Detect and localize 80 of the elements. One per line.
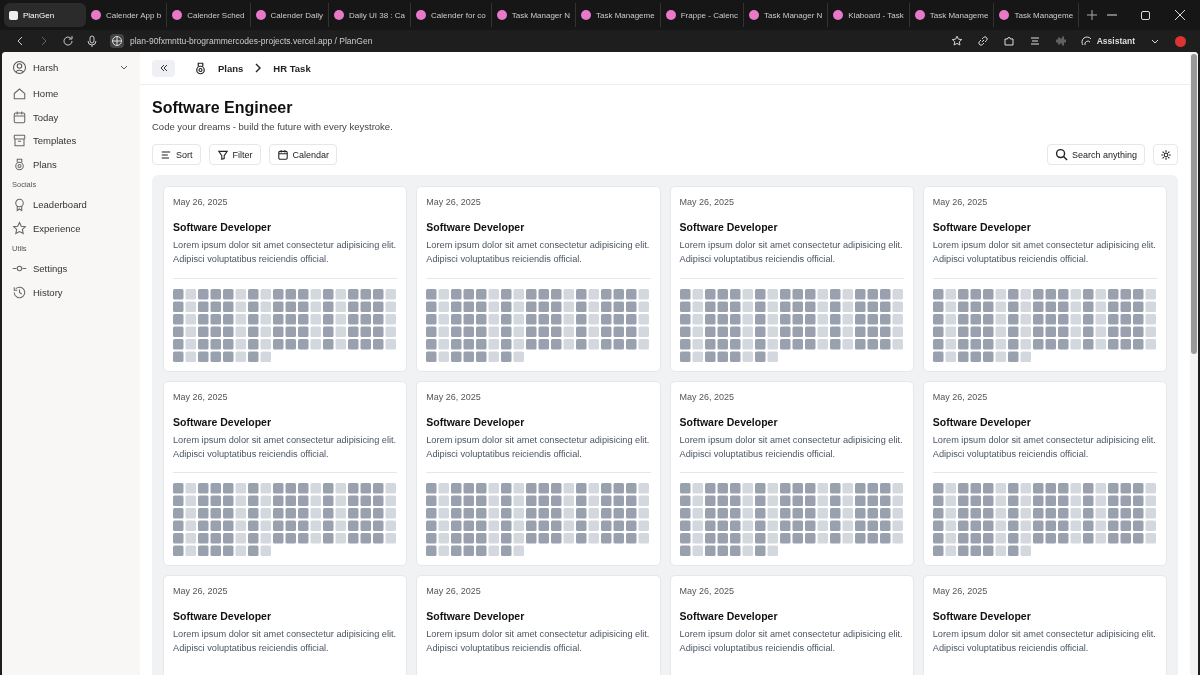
card-description: Lorem ipsum dolor sit amet consectetur adipisicing elit. Adipisci voluptatibus reiciendis official. [932, 628, 1157, 656]
browser-tab[interactable]: PlanGen [4, 3, 86, 27]
user-menu[interactable]: Harsh [12, 58, 130, 76]
breadcrumb-link[interactable]: HR Task [273, 62, 311, 74]
plan-card[interactable]: May 26, 2025 Software Developer Lorem ipsum dolor sit amet consectetur adipisicing elit. Adipisci voluptatibus reiciendis official. [922, 186, 1167, 372]
browser-tab[interactable]: Daily UI 38 : Ca [329, 3, 412, 27]
card-title: Software Developer [426, 610, 526, 622]
plan-card[interactable]: May 26, 2025 Software Developer Lorem ipsum dolor sit amet consectetur adipisicing elit. Adipisci voluptatibus reiciendis official. [416, 380, 661, 566]
browser-tab[interactable]: Calender Daily [250, 3, 329, 27]
card-date: May 26, 2025 [173, 391, 229, 402]
card-description: Lorem ipsum dolor sit amet consectetur adipisicing elit. Adipisci voluptatibus reiciendis official. [426, 239, 651, 267]
toolbar-button[interactable]: Sort [152, 144, 201, 165]
card-date: May 26, 2025 [679, 586, 736, 596]
card-title: Software Developer [679, 610, 779, 622]
card-description: Lorem ipsum dolor sit amet consectetur adipisicing elit. Adipisci voluptatibus reiciendis official. [679, 628, 904, 656]
card-description: Lorem ipsum dolor sit amet consectetur adipisicing elit. Adipisci voluptatibus reiciendis official. [679, 433, 904, 461]
card-description: Lorem ipsum dolor sit amet consectetur adipisicing elit. Adipisci voluptatibus reiciendis official. [426, 433, 651, 461]
card-title: Software Developer [679, 415, 779, 428]
browser-tab[interactable]: Calender Sched [167, 3, 251, 27]
card-date: May 26, 2025 [932, 586, 989, 596]
card-date: May 26, 2025 [932, 197, 989, 207]
card-description: Lorem ipsum dolor sit amet consectetur adipisicing elit. Adipisci voluptatibus reiciendis official. [173, 433, 398, 461]
card-date: May 26, 2025 [173, 197, 229, 207]
url-field[interactable]: plan-90fxmnttu-brogrammercodes-projects.vercel.app / PlanGen [130, 36, 373, 46]
card-date: May 26, 2025 [679, 197, 736, 207]
card-description: Lorem ipsum dolor sit amet consectetur adipisicing elit. Adipisci voluptatibus reiciendis official. [173, 628, 398, 656]
toolbar-button[interactable]: Filter [208, 144, 261, 165]
card-title: Software Developer [932, 610, 1032, 622]
nav-item[interactable]: History [33, 286, 63, 298]
card-description: Lorem ipsum dolor sit amet consectetur adipisicing elit. Adipisci voluptatibus reiciendis official. [173, 239, 398, 267]
card-date: May 26, 2025 [932, 391, 989, 402]
card-title: Software Developer [173, 221, 273, 233]
card-title: Software Developer [426, 415, 526, 428]
card-description: Lorem ipsum dolor sit amet consectetur adipisicing elit. Adipisci voluptatibus reiciendis official. [679, 239, 904, 267]
nav-item[interactable]: Leaderboard [33, 199, 87, 211]
browser-tab[interactable]: Frappe - Calenc [660, 3, 745, 27]
card-description: Lorem ipsum dolor sit amet consectetur adipisicing elit. Adipisci voluptatibus reiciendis official. [932, 239, 1157, 267]
nav-item[interactable]: Plans [33, 158, 57, 170]
plan-card[interactable]: May 26, 2025 Software Developer Lorem ipsum dolor sit amet consectetur adipisicing elit. Adipisci voluptatibus reiciendis official. [163, 186, 408, 372]
browser-tab[interactable]: Task Manageme [576, 3, 661, 27]
assistant-button[interactable]: Assistant [1080, 35, 1135, 47]
page-title: Software Engineer [152, 99, 294, 117]
breadcrumb-link[interactable]: Plans [218, 62, 244, 74]
nav-item[interactable]: Templates [33, 135, 77, 147]
plan-card[interactable]: May 26, 2025 Software Developer Lorem ipsum dolor sit amet consectetur adipisicing elit. Adipisci voluptatibus reiciendis official. [416, 186, 661, 372]
plan-card[interactable]: May 26, 2025 Software Developer Lorem ipsum dolor sit amet consectetur adipisicing elit. Adipisci voluptatibus reiciendis official. [922, 380, 1167, 566]
card-date: May 26, 2025 [426, 391, 482, 402]
nav-item[interactable]: Home [33, 88, 59, 100]
card-date: May 26, 2025 [173, 586, 229, 596]
plan-card[interactable]: May 26, 2025 Software Developer Lorem ipsum dolor sit amet consectetur adipisicing elit. Adipisci voluptatibus reiciendis official. [163, 380, 408, 566]
card-title: Software Developer [932, 415, 1032, 428]
plan-card[interactable]: May 26, 2025 Software Developer Lorem ipsum dolor sit amet consectetur adipisicing elit. Adipisci voluptatibus reiciendis official. [163, 575, 408, 675]
plan-card[interactable]: May 26, 2025 Software Developer Lorem ipsum dolor sit amet consectetur adipisicing elit. Adipisci voluptatibus reiciendis official. [922, 575, 1167, 675]
plan-card[interactable]: May 26, 2025 Software Developer Lorem ipsum dolor sit amet consectetur adipisicing elit. Adipisci voluptatibus reiciendis official. [669, 575, 914, 675]
toolbar-button[interactable]: Calendar [268, 144, 338, 165]
browser-tab[interactable]: Calender for co [411, 3, 492, 27]
search-button[interactable]: Search anything [1046, 144, 1145, 165]
nav-item[interactable]: Experience [33, 222, 81, 234]
browser-tab[interactable]: Klaboard - Task [828, 3, 910, 27]
card-title: Software Developer [426, 221, 526, 233]
plan-card[interactable]: May 26, 2025 Software Developer Lorem ipsum dolor sit amet consectetur adipisicing elit. Adipisci voluptatibus reiciendis official. [669, 186, 914, 372]
card-date: May 26, 2025 [679, 391, 736, 402]
card-description: Lorem ipsum dolor sit amet consectetur adipisicing elit. Adipisci voluptatibus reiciendis official. [426, 628, 651, 656]
card-title: Software Developer [173, 610, 273, 622]
browser-tab[interactable]: Task Manageme [994, 3, 1080, 27]
card-title: Software Developer [173, 415, 273, 428]
browser-tab[interactable]: Task Manageme [909, 3, 995, 27]
browser-tab[interactable]: Calender App b [86, 3, 168, 27]
plan-card[interactable]: May 26, 2025 Software Developer Lorem ipsum dolor sit amet consectetur adipisicing elit. Adipisci voluptatibus reiciendis official. [669, 380, 914, 566]
card-title: Software Developer [932, 221, 1032, 233]
browser-tab[interactable]: Task Manager N [744, 3, 829, 27]
plan-card[interactable]: May 26, 2025 Software Developer Lorem ipsum dolor sit amet consectetur adipisicing elit. Adipisci voluptatibus reiciendis official. [416, 575, 661, 675]
card-date: May 26, 2025 [426, 586, 482, 596]
nav-item[interactable]: Today [33, 111, 59, 123]
browser-tab[interactable]: Task Manager N [491, 3, 576, 27]
page-subtitle: Code your dreams - build the future with every keystroke. [152, 121, 394, 132]
nav-item[interactable]: Settings [33, 263, 68, 275]
card-title: Software Developer [679, 221, 779, 233]
card-description: Lorem ipsum dolor sit amet consectetur adipisicing elit. Adipisci voluptatibus reiciendis official. [932, 433, 1157, 461]
card-date: May 26, 2025 [426, 197, 482, 207]
